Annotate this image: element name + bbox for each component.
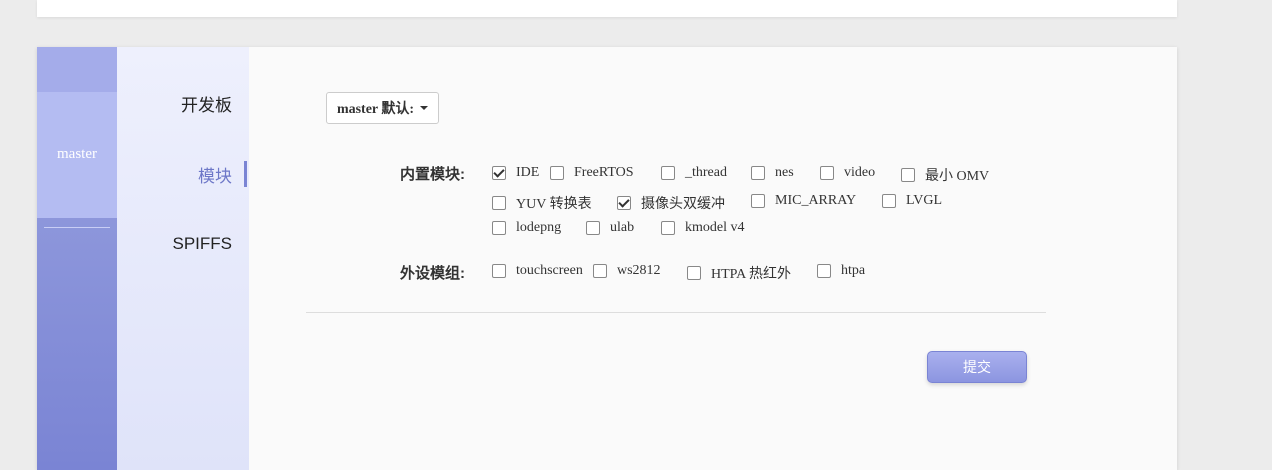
option-label: LVGL — [906, 193, 943, 208]
option-label: ws2812 — [617, 263, 661, 278]
option-label: _thread — [685, 165, 727, 180]
module-option-mic-array[interactable]: MIC_ARRAY — [751, 193, 856, 209]
section-nav: 开发板 模块 SPIFFS — [117, 47, 249, 470]
rail-item-master[interactable]: master — [37, 92, 117, 218]
option-label: FreeRTOS — [574, 165, 634, 180]
module-option-thread[interactable]: _thread — [661, 165, 727, 181]
top-card — [37, 0, 1177, 17]
submit-button[interactable]: 提交 — [927, 351, 1027, 383]
module-option-lodepng[interactable]: lodepng — [492, 220, 561, 236]
option-label: ulab — [610, 220, 635, 235]
module-option-ide[interactable]: IDE — [492, 165, 539, 181]
option-label: MIC_ARRAY — [775, 193, 857, 208]
checkbox[interactable] — [901, 168, 915, 182]
module-option-camera-double-buffer[interactable]: 摄像头双缓冲 — [617, 193, 725, 213]
checkbox[interactable] — [492, 166, 506, 180]
checkbox[interactable] — [492, 196, 506, 210]
checkbox[interactable] — [661, 166, 675, 180]
branch-dropdown[interactable]: master 默认: — [326, 92, 439, 124]
peripheral-option-htpa-thermal[interactable]: HTPA 热红外 — [687, 263, 791, 283]
checkbox[interactable] — [661, 221, 675, 235]
option-label: HTPA 热红外 — [711, 267, 792, 282]
module-option-yuv-table[interactable]: YUV 转换表 — [492, 193, 592, 213]
nav-item-board[interactable]: 开发板 — [181, 91, 232, 116]
checkbox[interactable] — [492, 264, 506, 278]
rail-divider — [44, 227, 110, 228]
option-label: nes — [775, 165, 794, 180]
peripheral-modules-label: 外设模组: — [400, 265, 465, 282]
checkbox[interactable] — [820, 166, 834, 180]
rail-top-block — [37, 47, 117, 92]
option-label: 最小 OMV — [925, 169, 990, 184]
option-label: kmodel v4 — [685, 220, 745, 235]
module-option-freertos[interactable]: FreeRTOS — [550, 165, 634, 181]
form-divider — [306, 312, 1046, 313]
module-option-kmodel-v4[interactable]: kmodel v4 — [661, 220, 745, 236]
module-option-ulab[interactable]: ulab — [586, 220, 634, 236]
module-option-video[interactable]: video — [820, 165, 875, 181]
option-label: video — [844, 165, 876, 180]
branch-dropdown-label: master 默认: — [336, 102, 415, 117]
option-label: YUV 转换表 — [516, 197, 592, 212]
peripheral-option-touchscreen[interactable]: touchscreen — [492, 263, 583, 279]
checkbox[interactable] — [550, 166, 564, 180]
option-label: 摄像头双缓冲 — [641, 197, 725, 212]
option-label: touchscreen — [516, 263, 583, 278]
module-option-min-omv[interactable]: 最小 OMV — [901, 165, 989, 185]
config-panel: master 开发板 模块 SPIFFS master 默认: 内置模块: ID… — [37, 47, 1177, 470]
checkbox[interactable] — [617, 196, 631, 210]
checkbox[interactable] — [751, 166, 765, 180]
checkbox[interactable] — [751, 194, 765, 208]
nav-item-modules[interactable]: 模块 — [198, 162, 232, 187]
module-option-lvgl[interactable]: LVGL — [882, 193, 942, 209]
nav-active-marker — [244, 161, 247, 187]
checkbox[interactable] — [817, 264, 831, 278]
checkbox[interactable] — [882, 194, 896, 208]
module-option-nes[interactable]: nes — [751, 165, 794, 181]
branch-rail: master — [37, 47, 117, 470]
peripheral-option-ws2812[interactable]: ws2812 — [593, 263, 661, 279]
checkbox[interactable] — [687, 266, 701, 280]
checkbox[interactable] — [492, 221, 506, 235]
checkbox[interactable] — [586, 221, 600, 235]
builtin-modules-label: 内置模块: — [400, 166, 465, 183]
rail-item-label: master — [57, 146, 97, 162]
nav-item-spiffs[interactable]: SPIFFS — [172, 234, 232, 254]
option-label: lodepng — [516, 220, 562, 235]
checkbox[interactable] — [593, 264, 607, 278]
caret-down-icon — [420, 106, 429, 110]
peripheral-option-htpa[interactable]: htpa — [817, 263, 865, 279]
option-label: htpa — [841, 263, 866, 278]
option-label: IDE — [516, 165, 540, 180]
